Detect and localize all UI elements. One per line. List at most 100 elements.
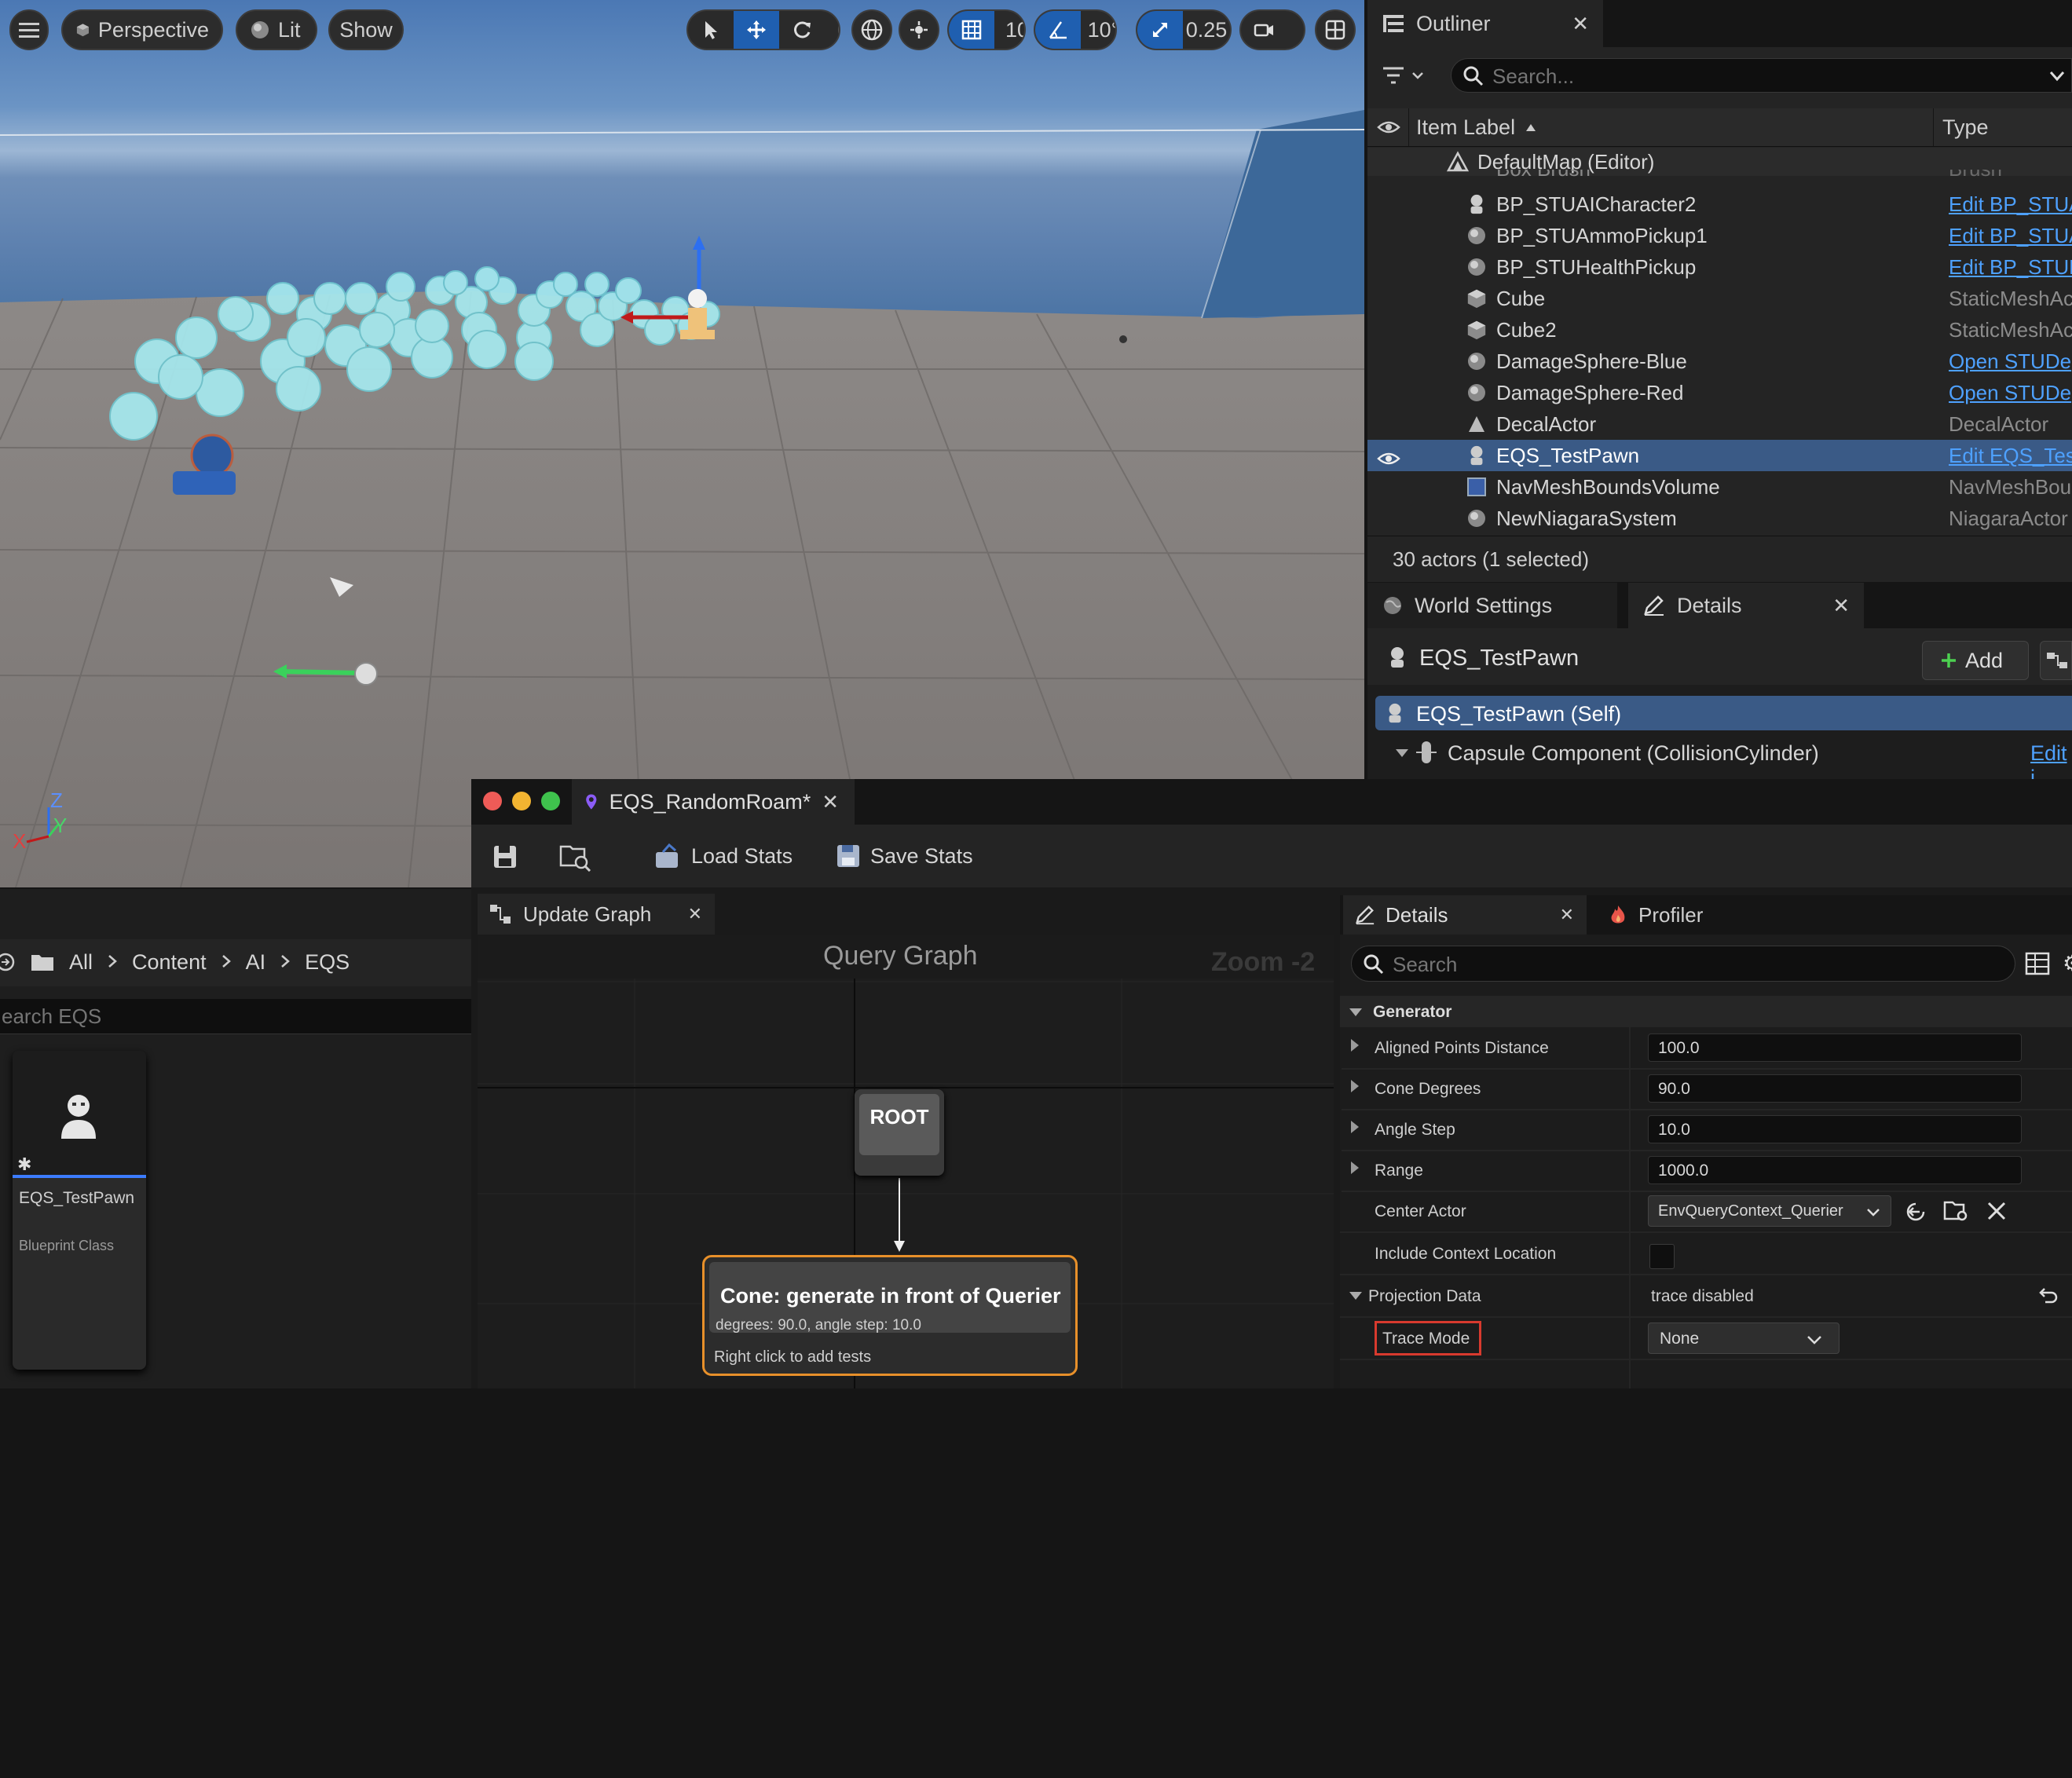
grid-snap-value[interactable]: 10: [994, 11, 1024, 49]
use-selected-icon[interactable]: [1904, 1200, 1927, 1224]
outliner-row-type-link[interactable]: Open STUDe: [1949, 349, 2071, 374]
outliner-row[interactable]: DamageSphere-Red Open STUDe: [1367, 377, 2072, 408]
component-self-row[interactable]: EQS_TestPawn (Self): [1375, 696, 2072, 730]
outliner-row-type-link[interactable]: Edit BP_STUH: [1949, 255, 2072, 280]
outliner-row[interactable]: BP_STUAICharacter2 Edit BP_STUA: [1367, 188, 2072, 220]
outliner-row[interactable]: NewNiagaraSystem NiagaraActor: [1367, 503, 2072, 534]
outliner-row[interactable]: DecalActor DecalActor: [1367, 408, 2072, 440]
search-options-chevron-icon[interactable]: [2048, 70, 2066, 82]
world-local-button[interactable]: [851, 9, 892, 50]
eqs-details-search-box[interactable]: [1351, 946, 2015, 982]
window-close-button[interactable]: [483, 792, 502, 810]
camera-speed-button[interactable]: [1241, 11, 1287, 49]
outliner-search-box[interactable]: [1451, 58, 2072, 93]
details-close-icon[interactable]: ✕: [1832, 594, 1850, 618]
update-graph-close-icon[interactable]: ✕: [688, 904, 702, 924]
expand-arrow-icon[interactable]: [1351, 1121, 1359, 1133]
type-column-header[interactable]: Type: [1942, 115, 1989, 140]
cone-generator-node[interactable]: Cone: generate in front of Querier degre…: [702, 1255, 1078, 1376]
outliner-search-input[interactable]: [1491, 62, 1997, 90]
load-stats-button[interactable]: Load Stats: [653, 840, 793, 872]
root-node[interactable]: ROOT: [855, 1089, 944, 1176]
viewport-scene[interactable]: [0, 0, 1364, 887]
eqs-details-tab[interactable]: Details ✕: [1343, 895, 1587, 935]
lit-button[interactable]: Lit: [236, 9, 317, 50]
capsule-component-row[interactable]: Capsule Component (CollisionCylinder) Ed…: [1375, 735, 2072, 789]
clear-x-icon[interactable]: [1986, 1200, 2008, 1222]
window-minimize-button[interactable]: [512, 792, 531, 810]
rotation-snap-toggle[interactable]: [1035, 11, 1081, 49]
property-value-input[interactable]: 10.0: [1648, 1115, 2022, 1143]
eye-icon[interactable]: [1377, 119, 1400, 135]
scale-snap-value[interactable]: 0.25: [1183, 11, 1230, 49]
outliner-row[interactable]: EQS_TestPawn Edit EQS_Tes: [1367, 440, 2072, 471]
rotate-tool-button[interactable]: [779, 11, 825, 49]
breadcrumb-item[interactable]: AI: [246, 950, 266, 975]
outliner-close-icon[interactable]: ✕: [1572, 12, 1589, 36]
breadcrumb-chevron-icon[interactable]: [280, 950, 291, 975]
settings-gear-icon[interactable]: ⚙: [2063, 950, 2072, 976]
asset-tile-eqs-testpawn[interactable]: ✱ EQS_TestPawn Blueprint Class: [13, 1051, 146, 1370]
property-value-input[interactable]: 90.0: [1648, 1074, 2022, 1103]
generator-section-header[interactable]: Generator: [1340, 996, 2072, 1027]
trace-mode-dropdown[interactable]: None: [1648, 1323, 1840, 1354]
grid-snap-toggle[interactable]: [949, 11, 994, 49]
move-tool-button[interactable]: [734, 11, 779, 49]
breadcrumb-chevron-icon[interactable]: [221, 950, 232, 975]
blueprint-options-button[interactable]: [2040, 641, 2072, 680]
details-tab[interactable]: Details ✕: [1628, 583, 1864, 628]
scale-snap-toggle[interactable]: [1137, 11, 1183, 49]
reset-arrow-icon[interactable]: [2037, 1286, 2058, 1305]
outliner-row-type-link[interactable]: Edit BP_STUA: [1949, 224, 2072, 248]
save-stats-button[interactable]: Save Stats: [836, 840, 973, 872]
scale-tool-button[interactable]: [825, 11, 839, 49]
show-button[interactable]: Show: [328, 9, 404, 50]
level-viewport[interactable]: Z Y X Perspective Lit Show 1 10° 0.25: [0, 0, 1364, 887]
outliner-row[interactable]: DamageSphere-Blue Open STUDe: [1367, 346, 2072, 377]
outliner-row[interactable]: Cube StaticMeshAc: [1367, 283, 2072, 314]
outliner-row-type-link[interactable]: Open STUDe: [1949, 381, 2071, 405]
property-value-input[interactable]: 1000.0: [1648, 1156, 2022, 1184]
select-tool-button[interactable]: [688, 11, 734, 49]
expand-arrow-icon[interactable]: [1351, 1039, 1359, 1052]
eqs-details-search-input[interactable]: [1391, 950, 1991, 979]
update-graph-tab[interactable]: Update Graph ✕: [478, 894, 715, 935]
content-search-input[interactable]: [0, 1002, 467, 1030]
query-graph-canvas[interactable]: Query Graph Zoom -2 ROOT Cone: generate …: [478, 935, 1334, 1388]
rotation-snap-value[interactable]: 10°: [1081, 11, 1115, 49]
outliner-row[interactable]: BP_STUAmmoPickup1 Edit BP_STUA: [1367, 220, 2072, 251]
history-icon[interactable]: [0, 952, 16, 972]
outliner-row-type-link[interactable]: Edit BP_STUA: [1949, 192, 2072, 217]
expand-arrow-icon[interactable]: [1351, 1162, 1359, 1174]
viewport-layout-button[interactable]: [1315, 9, 1356, 50]
camera-speed-value[interactable]: 4: [1287, 11, 1304, 49]
content-search-box[interactable]: [0, 999, 471, 1034]
viewport-menu-button[interactable]: [9, 9, 49, 50]
surface-snap-button[interactable]: [899, 9, 939, 50]
outliner-filter-button[interactable]: [1382, 60, 1429, 91]
expand-arrow-icon[interactable]: [1351, 1080, 1359, 1092]
outliner-tab[interactable]: Outliner ✕: [1367, 0, 1603, 47]
include-context-checkbox[interactable]: [1649, 1244, 1675, 1269]
breadcrumb-chevron-icon[interactable]: [107, 950, 118, 975]
breadcrumb-item[interactable]: Content: [132, 950, 207, 975]
add-component-button[interactable]: Add: [1922, 641, 2029, 680]
item-label-column-header[interactable]: Item Label: [1416, 115, 1515, 140]
outliner-row[interactable]: BP_STUHealthPickup Edit BP_STUH: [1367, 251, 2072, 283]
eqs-document-tab[interactable]: EQS_RandomRoam* ✕: [572, 779, 855, 825]
tree-row-partial[interactable]: Box Brush Brush: [1367, 170, 2072, 185]
eqs-document-close-icon[interactable]: ✕: [822, 790, 839, 814]
center-actor-dropdown[interactable]: EnvQueryContext_Querier: [1648, 1195, 1891, 1227]
world-settings-tab[interactable]: World Settings: [1367, 583, 1617, 628]
expand-chevron-icon[interactable]: [1394, 748, 1410, 759]
browse-folder-icon[interactable]: [1943, 1198, 1970, 1224]
window-maximize-button[interactable]: [541, 792, 560, 810]
save-icon[interactable]: [492, 843, 518, 870]
browse-asset-icon[interactable]: [559, 842, 592, 872]
eqs-details-close-icon[interactable]: ✕: [1560, 905, 1574, 925]
outliner-row[interactable]: NavMeshBoundsVolume NavMeshBou: [1367, 471, 2072, 503]
profiler-tab[interactable]: Profiler: [1599, 895, 1764, 935]
breadcrumb-item[interactable]: EQS: [305, 950, 350, 975]
green-arrow-gizmo[interactable]: [282, 669, 362, 675]
table-view-icon[interactable]: [2025, 952, 2050, 975]
